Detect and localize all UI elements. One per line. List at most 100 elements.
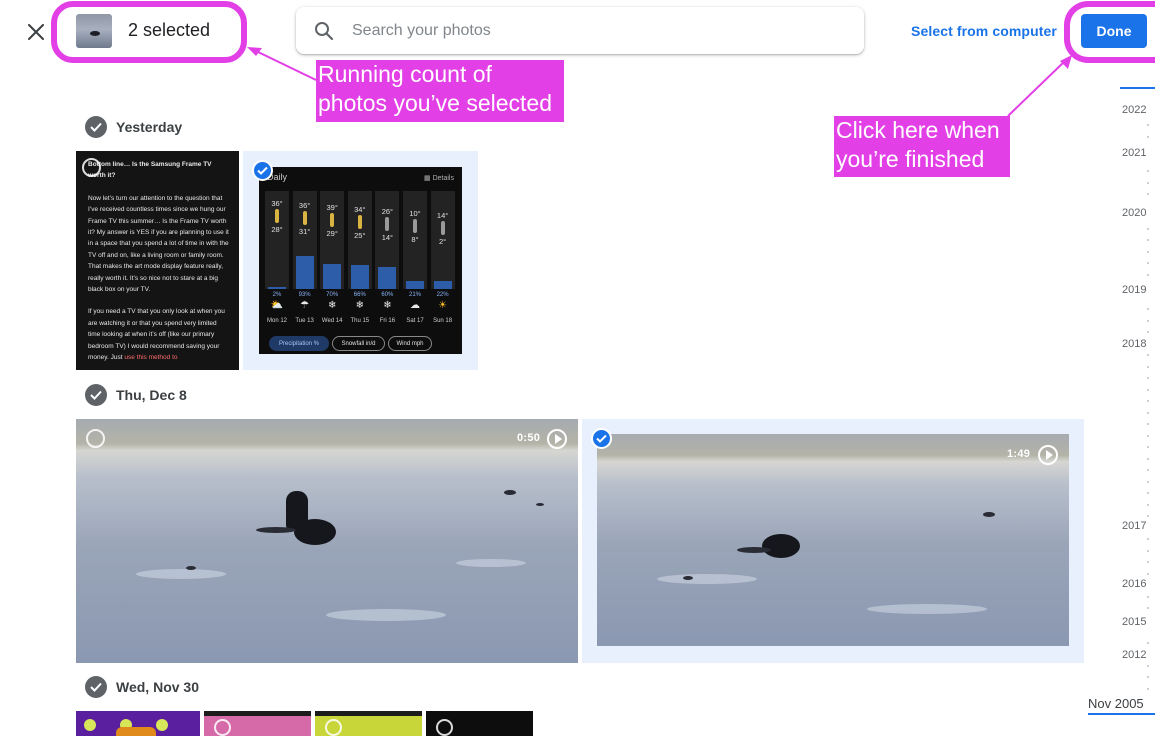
- weather-precip-pct: 2%: [272, 292, 282, 298]
- timeline-dot: [1147, 193, 1149, 195]
- video-duration: 0:50: [517, 432, 541, 444]
- timeline-dot: [1147, 515, 1149, 517]
- weather-precip-pct: 93%: [298, 292, 311, 298]
- timeline-year-label[interactable]: 2017: [1122, 520, 1146, 532]
- photo-tile[interactable]: [204, 711, 311, 736]
- screenshot-paragraph: Now let’s turn our attention to the ques…: [88, 194, 229, 294]
- selected-check-icon[interactable]: [591, 428, 612, 449]
- selected-check-icon[interactable]: [252, 160, 273, 181]
- weather-condition-icon: ⛅: [270, 300, 284, 311]
- timeline-dot: [1147, 550, 1149, 552]
- timeline-dot: [1147, 538, 1149, 540]
- timeline-dot: [1147, 458, 1149, 460]
- timeline-dot: [1147, 423, 1149, 425]
- check-icon: [90, 682, 102, 692]
- timeline-dot: [1147, 320, 1149, 322]
- timeline-year-label[interactable]: 2019: [1122, 284, 1146, 296]
- video-frame: 1:49: [597, 434, 1069, 646]
- select-day-checkbox[interactable]: [85, 676, 107, 698]
- weather-precip-bar: [323, 264, 342, 289]
- timeline-dot: [1147, 228, 1149, 230]
- select-circle-icon[interactable]: [214, 719, 231, 736]
- timeline-dot: [1147, 504, 1149, 506]
- weather-day-label: Fri 16: [379, 318, 396, 324]
- weather-day-label: Tue 13: [295, 318, 314, 324]
- photo-tile[interactable]: [315, 711, 422, 736]
- done-arrow: [1007, 59, 1067, 117]
- timeline-year-label[interactable]: 2021: [1122, 147, 1146, 159]
- timeline-year-label[interactable]: 2020: [1122, 207, 1146, 219]
- timeline-dot: [1147, 308, 1149, 310]
- select-circle-icon[interactable]: [325, 719, 342, 736]
- done-callout: Click here when you’re finished: [834, 116, 1010, 177]
- weather-high: 26°: [381, 207, 394, 216]
- select-day-checkbox[interactable]: [85, 384, 107, 406]
- weather-temp-bar: [302, 211, 307, 225]
- timeline-dot: [1147, 481, 1149, 483]
- date-label: Yesterday: [116, 119, 183, 135]
- weather-low: 28°: [271, 225, 283, 234]
- timeline-year-label[interactable]: 2012: [1122, 649, 1146, 661]
- photo-tile[interactable]: [426, 711, 533, 736]
- timeline-year-label[interactable]: 2018: [1122, 338, 1146, 350]
- select-circle-icon[interactable]: [436, 719, 453, 736]
- timeline-dot: [1147, 239, 1149, 241]
- timeline-dot: [1147, 366, 1149, 368]
- play-icon: [547, 429, 567, 449]
- count-arrow: [253, 49, 317, 81]
- weather-day-label: Sat 17: [406, 318, 424, 324]
- timeline-dot: [1147, 389, 1149, 391]
- weather-high: 10°: [409, 209, 421, 218]
- weather-temp-bar: [440, 221, 445, 235]
- count-callout-line1: Running count of: [318, 61, 492, 87]
- timeline-year-label[interactable]: 2022: [1122, 104, 1146, 116]
- weather-temp-bar: [330, 213, 335, 227]
- timeline-current-date: Nov 2005: [1088, 696, 1144, 711]
- timeline-year-label[interactable]: 2016: [1122, 578, 1146, 590]
- timeline-current-indicator: [1088, 713, 1155, 715]
- weather-precip-bar: [406, 281, 424, 289]
- weather-day-label: Sun 18: [433, 318, 453, 324]
- weather-precip-bar: [350, 265, 369, 289]
- weather-temp-bar: [413, 219, 417, 233]
- select-circle-icon[interactable]: [82, 158, 101, 177]
- check-icon: [90, 390, 102, 400]
- weather-precip-pct: 60%: [381, 292, 394, 298]
- weather-chip: Precipitation %: [269, 336, 329, 351]
- timeline-dot: [1147, 665, 1149, 667]
- timeline-dot: [1147, 182, 1149, 184]
- photo-picker: 2 selected Select from computer Done Run…: [0, 0, 1155, 736]
- weather-day-label: Thu 15: [350, 318, 370, 324]
- weather-high: 14°: [436, 211, 449, 220]
- date-header-dec-8: Thu, Dec 8: [85, 384, 187, 406]
- weather-low: 8°: [411, 235, 419, 244]
- timeline-dot: [1147, 607, 1149, 609]
- video-tile[interactable]: 0:50: [76, 419, 578, 663]
- weather-day-label: Wed 14: [321, 318, 343, 324]
- weather-condition-icon: ☀: [438, 300, 448, 311]
- weather-high: 34°: [354, 205, 366, 214]
- date-header-nov-30: Wed, Nov 30: [85, 676, 199, 698]
- select-day-checkbox[interactable]: [85, 116, 107, 138]
- weather-precip-bar: [268, 287, 286, 289]
- timeline-dot: [1147, 412, 1149, 414]
- photo-tile[interactable]: [76, 711, 200, 736]
- video-tile-selected[interactable]: 1:49: [582, 419, 1084, 663]
- photo-tile[interactable]: Bottom line… Is the Samsung Frame TV wor…: [76, 151, 239, 370]
- weather-precip-pct: 22%: [436, 292, 449, 298]
- select-circle-icon[interactable]: [86, 429, 105, 448]
- weather-low: 14°: [381, 233, 394, 242]
- photo-tile-selected[interactable]: Daily ▦ Details 36° 28° 2% ⛅ Mon 12 36° 31° 93%…: [243, 151, 478, 370]
- timeline-dot: [1147, 170, 1149, 172]
- weather-high: 39°: [326, 203, 338, 212]
- count-callout-line2: photos you’ve selected: [318, 90, 552, 116]
- screenshot-heading: Bottom line… Is the Samsung Frame TV wor…: [88, 161, 212, 180]
- play-icon: [1038, 445, 1058, 465]
- done-callout-line2: you’re finished: [836, 146, 985, 172]
- weather-low: 29°: [326, 229, 338, 238]
- video-duration: 1:49: [1007, 448, 1031, 460]
- screenshot-link: use this method to: [124, 354, 178, 362]
- timeline-dot: [1147, 262, 1149, 264]
- timeline-year-label[interactable]: 2015: [1122, 616, 1146, 628]
- weather-high: 36°: [298, 201, 311, 210]
